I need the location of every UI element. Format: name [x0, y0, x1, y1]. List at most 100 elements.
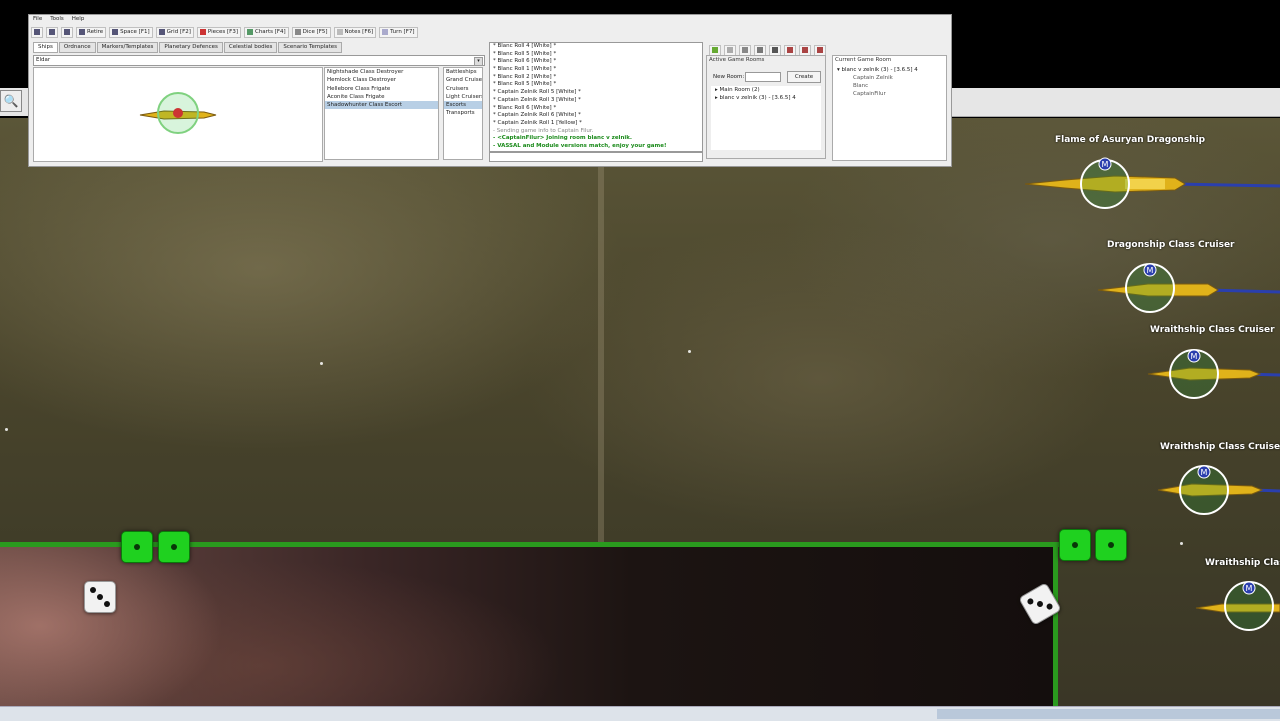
- ship-icon[interactable]: M: [1140, 344, 1280, 402]
- tool-icon: [757, 47, 763, 53]
- menu-help[interactable]: Help: [72, 16, 85, 25]
- chat-line: * Blanc Roll 4 [White] *: [493, 43, 557, 49]
- charts-icon: [246, 29, 253, 35]
- server-tool-button[interactable]: [769, 44, 781, 56]
- star: [5, 428, 8, 431]
- tab-celestial-bodies[interactable]: Celestial bodies: [223, 42, 278, 53]
- retire-label: Retire: [87, 29, 104, 35]
- green-die[interactable]: [158, 531, 190, 563]
- charts-label: Charts [F4]: [254, 29, 286, 35]
- ship-icon[interactable]: M: [1152, 460, 1280, 520]
- turn-button[interactable]: Turn [F7]: [379, 26, 418, 38]
- retire-button[interactable]: Retire: [76, 26, 107, 38]
- room-name: blanc v zelnik (3) - [3.6.5] 4: [841, 67, 918, 73]
- chat-input[interactable]: [489, 152, 703, 162]
- server-tool-button[interactable]: [814, 44, 826, 56]
- grid-button[interactable]: Grid [F2]: [155, 26, 194, 38]
- create-room-button[interactable]: Create: [787, 71, 821, 83]
- tree-item[interactable]: ▾ blanc v zelnik (3) - [3.6.5] 4: [837, 66, 918, 74]
- race-select[interactable]: Eldar ▾: [33, 55, 485, 66]
- pieces-button[interactable]: Pieces [F3]: [196, 26, 241, 38]
- connect-icon: [712, 47, 718, 53]
- piece-tabs: Ships Ordnance Markers/Templates Planeta…: [33, 42, 342, 53]
- rooms-tree: ▸ Main Room (2) ▸ blanc v zelnik (3) - […: [711, 86, 821, 150]
- list-item[interactable]: Grand Cruiser: [444, 76, 482, 84]
- tab-ordnance[interactable]: Ordnance: [58, 42, 96, 53]
- new-room-label: New Room:: [713, 74, 745, 80]
- zoom-icon[interactable]: 🔍: [0, 90, 22, 112]
- list-item[interactable]: Aconite Class Frigate: [325, 93, 438, 101]
- space-label: Space [F1]: [120, 29, 150, 35]
- tab-planetary-defences[interactable]: Planetary Defences: [159, 42, 223, 53]
- ship-preview-icon[interactable]: [34, 68, 322, 161]
- list-item[interactable]: Battleships: [444, 68, 482, 76]
- player-name[interactable]: Captain Zelnik: [853, 74, 893, 82]
- server-tool-button[interactable]: [784, 44, 796, 56]
- new-room-input[interactable]: [745, 72, 781, 82]
- tree-item[interactable]: ▸ blanc v zelnik (3) - [3.6.5] 4: [711, 94, 821, 102]
- chat-line: * Blanc Roll 6 [White] *: [493, 58, 557, 65]
- player-name[interactable]: CaptainFilur: [853, 90, 886, 98]
- turn-icon: [382, 29, 389, 35]
- server-tool-button[interactable]: [754, 44, 766, 56]
- list-item[interactable]: Nightshade Class Destroyer: [325, 68, 438, 76]
- white-die[interactable]: [84, 581, 116, 613]
- notes-label: Notes [F6]: [344, 29, 374, 35]
- list-item[interactable]: Transports: [444, 109, 482, 117]
- ship-label: Flame of Asuryan Dragonship: [1055, 135, 1206, 145]
- ship-icon[interactable]: M: [1192, 578, 1280, 636]
- star: [688, 350, 691, 353]
- menu-file[interactable]: File: [33, 16, 42, 25]
- ship-label: Dragonship Class Cruiser: [1107, 240, 1235, 250]
- grid-label: Grid [F2]: [166, 29, 191, 35]
- server-tool-button[interactable]: [739, 44, 751, 56]
- tab-scenario-templates[interactable]: Scenario Templates: [278, 42, 342, 53]
- chat-line: - Sending game info to Captain Filur.: [493, 127, 594, 134]
- chat-line: * Blanc Roll 6 [White] *: [493, 104, 557, 111]
- svg-text:M: M: [1102, 160, 1109, 169]
- tree-item[interactable]: ▸ Main Room (2): [711, 86, 821, 94]
- ship-icon[interactable]: M: [1025, 154, 1280, 214]
- dice-button[interactable]: Dice [F5]: [291, 26, 331, 38]
- svg-text:M: M: [1147, 266, 1154, 275]
- list-item[interactable]: Hellebore Class Frigate: [325, 85, 438, 93]
- list-item[interactable]: Light Cruisers: [444, 93, 482, 101]
- ship-icon[interactable]: M: [1088, 260, 1280, 320]
- green-die[interactable]: [1059, 529, 1091, 561]
- sync-button[interactable]: [61, 26, 73, 38]
- dice-icon: [294, 29, 301, 35]
- horizontal-scrollbar[interactable]: [937, 709, 1280, 719]
- game-board[interactable]: Flame of Asuryan Dragonship M Dragonship…: [0, 118, 1280, 708]
- player-name[interactable]: Blanc: [853, 82, 868, 90]
- connect-button[interactable]: [709, 44, 721, 56]
- chat-line: * Blanc Roll 5 [White] *: [493, 81, 557, 88]
- chat-log: * Blanc Roll 4 [White] * * Blanc Roll 5 …: [489, 42, 703, 152]
- green-die[interactable]: [1095, 529, 1127, 561]
- menu-tools[interactable]: Tools: [50, 16, 64, 25]
- chat-line: * Blanc Roll 2 [White] *: [493, 73, 557, 80]
- chat-line: - <CaptainFilur> Joining room blanc v ze…: [493, 135, 632, 142]
- notes-button[interactable]: Notes [F6]: [333, 26, 377, 38]
- chat-line: * Captain Zelnik Roll 1 [Yellow] *: [493, 119, 582, 126]
- space-button[interactable]: Space [F1]: [109, 26, 153, 38]
- control-panel: File Tools Help Retire Space [F1] Grid […: [28, 14, 952, 167]
- list-item[interactable]: Shadowhunter Class Escort: [325, 101, 438, 110]
- green-die[interactable]: [121, 531, 153, 563]
- server-tool-button[interactable]: [724, 44, 736, 56]
- tab-ships[interactable]: Ships: [33, 42, 58, 53]
- list-item[interactable]: Escorts: [444, 101, 482, 110]
- undo-button[interactable]: [31, 26, 43, 38]
- svg-text:M: M: [1191, 352, 1198, 361]
- server-tool-button[interactable]: [799, 44, 811, 56]
- list-item[interactable]: Cruisers: [444, 85, 482, 93]
- chevron-down-icon[interactable]: ▾: [474, 57, 483, 66]
- room-name: blanc v zelnik (3) - [3.6.5] 4: [719, 95, 796, 101]
- space-icon: [112, 29, 119, 35]
- step-button[interactable]: [46, 26, 58, 38]
- status-bar: [0, 706, 1280, 721]
- tab-markers[interactable]: Markers/Templates: [96, 42, 159, 53]
- race-select-value: Eldar: [36, 57, 51, 63]
- chat-line: * Captain Zelnik Roll 6 [White] *: [493, 112, 581, 119]
- list-item[interactable]: Hemlock Class Destroyer: [325, 76, 438, 84]
- charts-button[interactable]: Charts [F4]: [243, 26, 289, 38]
